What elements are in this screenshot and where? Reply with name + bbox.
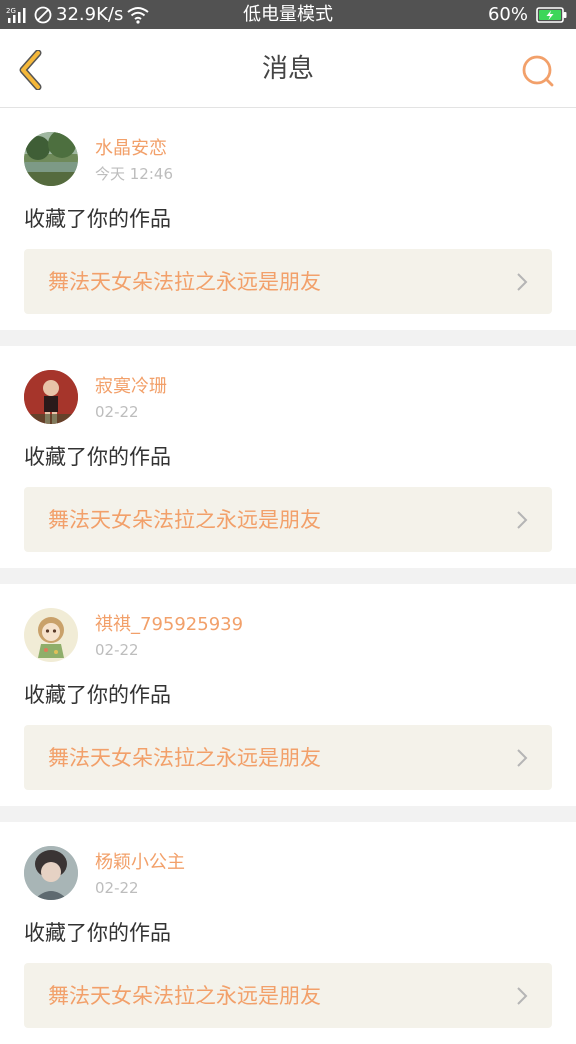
avatar[interactable] <box>24 846 78 900</box>
work-link[interactable]: 舞法天女朵法拉之永远是朋友 <box>24 249 552 314</box>
avatar[interactable] <box>24 132 78 186</box>
nav-bar: 消息 <box>0 29 576 108</box>
search-icon <box>522 55 554 87</box>
timestamp: 02-22 <box>95 879 139 897</box>
action-text: 收藏了你的作品 <box>24 445 171 469</box>
battery-charging-icon <box>536 6 568 24</box>
username[interactable]: 杨颖小公主 <box>95 852 185 874</box>
username[interactable]: 水晶安恋 <box>95 138 167 160</box>
message-card: 水晶安恋 今天 12:46 收藏了你的作品 舞法天女朵法拉之永远是朋友 <box>0 108 576 330</box>
work-link[interactable]: 舞法天女朵法拉之永远是朋友 <box>24 725 552 790</box>
timestamp: 今天 12:46 <box>95 165 173 183</box>
message-card: 祺祺_795925939 02-22 收藏了你的作品 舞法天女朵法拉之永远是朋友 <box>0 584 576 806</box>
page-title: 消息 <box>261 54 314 84</box>
search-button[interactable] <box>518 51 558 91</box>
work-title: 舞法天女朵法拉之永远是朋友 <box>48 270 321 294</box>
status-right: 60% <box>488 4 568 26</box>
chevron-right-icon <box>517 273 528 291</box>
message-card: 杨颖小公主 02-22 收藏了你的作品 舞法天女朵法拉之永远是朋友 <box>0 822 576 1044</box>
battery-percent: 60% <box>487 4 528 25</box>
avatar[interactable] <box>24 608 78 662</box>
chevron-right-icon <box>517 987 528 1005</box>
message-card: 寂寞冷珊 02-22 收藏了你的作品 舞法天女朵法拉之永远是朋友 <box>0 346 576 568</box>
work-title: 舞法天女朵法拉之永远是朋友 <box>48 508 321 532</box>
work-title: 舞法天女朵法拉之永远是朋友 <box>48 746 321 770</box>
username[interactable]: 寂寞冷珊 <box>95 376 167 398</box>
chevron-right-icon <box>517 749 528 767</box>
timestamp: 02-22 <box>95 403 139 421</box>
timestamp: 02-22 <box>95 641 139 659</box>
username[interactable]: 祺祺_795925939 <box>95 614 243 636</box>
action-text: 收藏了你的作品 <box>24 683 171 707</box>
chevron-right-icon <box>517 511 528 529</box>
action-text: 收藏了你的作品 <box>24 207 171 231</box>
work-link[interactable]: 舞法天女朵法拉之永远是朋友 <box>24 963 552 1028</box>
work-link[interactable]: 舞法天女朵法拉之永远是朋友 <box>24 487 552 552</box>
work-title: 舞法天女朵法拉之永远是朋友 <box>48 984 321 1008</box>
status-bar: 2G 32.9K/s 低电量模式 60% <box>0 0 576 29</box>
avatar[interactable] <box>24 370 78 424</box>
action-text: 收藏了你的作品 <box>24 921 171 945</box>
